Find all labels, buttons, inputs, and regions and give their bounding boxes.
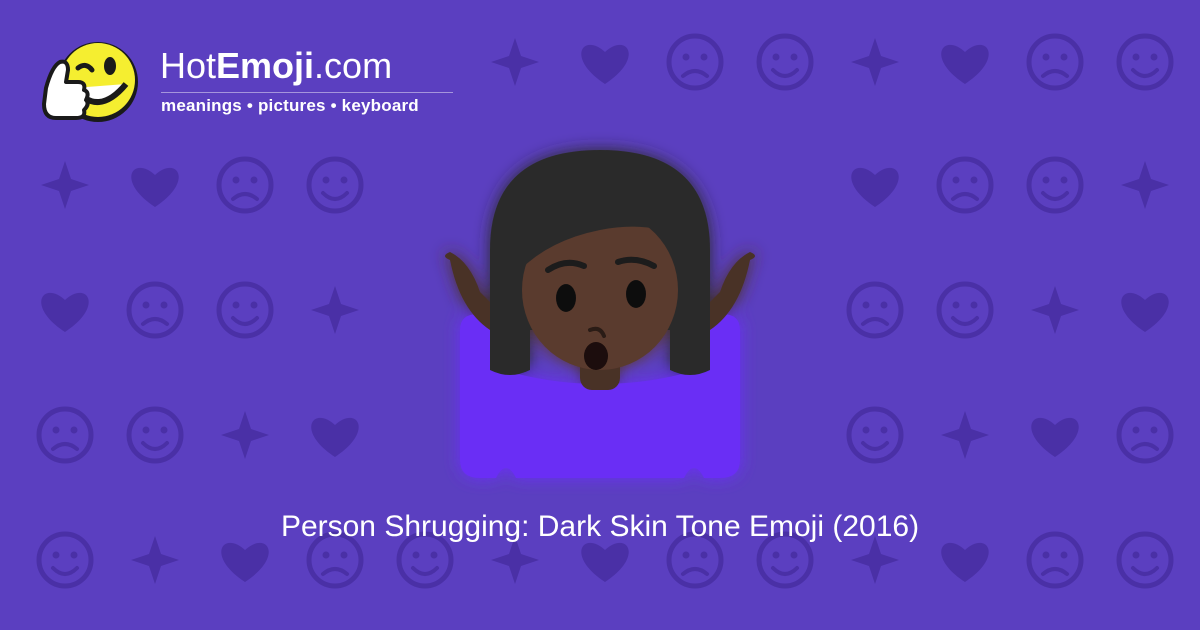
broken-heart-icon — [851, 38, 899, 86]
emoji-title: Person Shrugging: Dark Skin Tone Emoji (… — [280, 510, 920, 543]
kiss-face-icon — [311, 286, 359, 334]
music-notes-icon — [216, 156, 274, 214]
recycle-icon — [1031, 417, 1079, 457]
site-brand[interactable]: HotEmoji.com — [160, 46, 392, 86]
monkey-icon — [1121, 161, 1169, 209]
check-icon — [311, 417, 359, 457]
broken-heart-icon — [1031, 286, 1079, 334]
eyes-icon — [936, 156, 994, 214]
music-notes-icon — [846, 406, 904, 464]
rose-icon — [36, 406, 94, 464]
check-icon — [131, 167, 179, 207]
site-header: HotEmoji.com meanings • pictures • keybo… — [40, 36, 460, 136]
arrow-left-icon — [221, 411, 269, 459]
camera-icon — [41, 292, 89, 332]
fire-icon — [1121, 292, 1169, 332]
thumbs-up-winking-face-icon[interactable] — [40, 36, 140, 136]
hearts-icon — [581, 542, 629, 582]
brand-divider — [161, 92, 453, 93]
person-shrugging-dark-skin-tone-icon — [445, 150, 755, 478]
brand-light: Hot — [160, 45, 217, 86]
fire-icon — [941, 44, 989, 84]
heart-icon — [756, 33, 814, 91]
recycle-icon — [851, 167, 899, 207]
sparkles-icon — [306, 156, 364, 214]
brand-suffix: .com — [314, 45, 393, 86]
ok-hand-icon — [1026, 156, 1084, 214]
brand-bold: Emoji — [216, 45, 315, 86]
rose-icon — [941, 542, 989, 582]
camera-icon — [221, 542, 269, 582]
heart-icon — [936, 281, 994, 339]
rose-icon — [1026, 33, 1084, 91]
sun-icon — [126, 406, 184, 464]
kiss-face-icon — [581, 44, 629, 84]
smiley-icon — [216, 281, 274, 339]
smiley-icon — [491, 38, 539, 86]
eyes-icon — [1116, 406, 1174, 464]
flexed-biceps-icon — [126, 281, 184, 339]
sparkles-icon — [941, 411, 989, 459]
arrow-left-icon — [41, 161, 89, 209]
site-tagline: meanings • pictures • keyboard — [161, 96, 419, 115]
hearts-icon — [666, 33, 724, 91]
hearts-icon — [846, 281, 904, 339]
sun-icon — [1116, 33, 1174, 91]
